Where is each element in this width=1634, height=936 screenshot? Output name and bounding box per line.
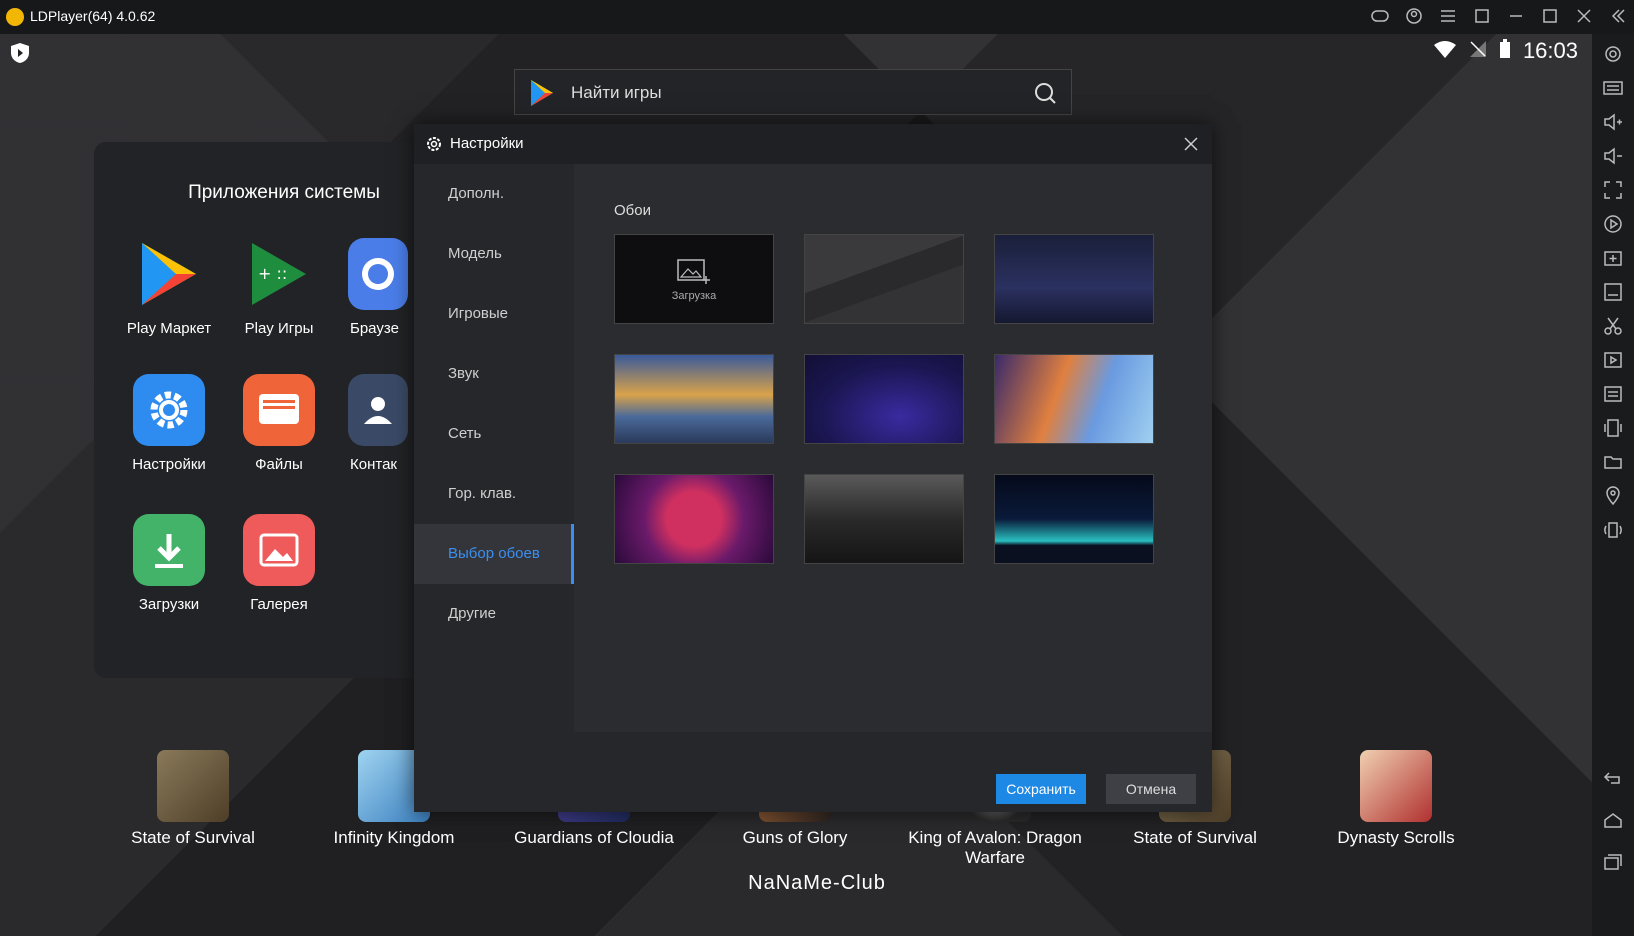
image-icon [243,514,315,586]
shake-icon[interactable] [1603,418,1623,438]
nav-wallpaper[interactable]: Выбор обоев [414,524,574,584]
nav-sound[interactable]: Звук [414,344,574,404]
window-title: LDPlayer(64) 4.0.62 [30,8,156,24]
app-play-games[interactable]: + :: Play Игры [224,238,334,337]
state-of-survival-icon [157,750,229,822]
contact-icon [348,374,408,446]
gamepad-icon[interactable] [1370,6,1390,26]
title-bar: LDPlayer(64) 4.0.62 [0,0,1634,34]
game-dynasty-scrolls[interactable]: Dynasty Scrolls [1296,750,1496,848]
shield-icon[interactable] [10,42,30,64]
settings-gear-icon [133,374,205,446]
system-apps-panel: Приложения системы Play Маркет + :: Play… [94,142,424,678]
add-image-icon [677,259,710,284]
dialog-footer [414,732,1212,812]
app-files[interactable]: Файлы [224,374,334,473]
fullscreen-icon[interactable] [1603,180,1623,200]
volume-up-icon[interactable] [1603,112,1623,132]
wallpaper-thumb-night-city[interactable] [994,234,1154,324]
dynasty-scrolls-icon [1360,750,1432,822]
app-gallery[interactable]: Галерея [224,514,334,613]
game-search-bar[interactable] [514,69,1072,116]
right-toolbar [1592,34,1634,936]
wallpaper-thumb-purple-nebula[interactable] [804,354,964,444]
settings-dialog: Настройки Дополн. Модель Игровые Звук Се… [414,124,1212,812]
wifi-icon [1433,40,1457,63]
save-button[interactable]: Сохранить [996,774,1086,804]
account-icon[interactable] [1404,6,1424,26]
wallpaper-section-title: Обои [614,202,651,219]
wallpaper-thumb-pink-abstract[interactable] [614,474,774,564]
settings-nav: Дополн. Модель Игровые Звук Сеть Гор. кл… [414,164,574,772]
search-icon[interactable] [1033,81,1057,105]
wallpaper-thumb-dark-geometric[interactable] [804,234,964,324]
close-icon[interactable] [1182,135,1200,153]
nav-model[interactable]: Модель [414,224,574,284]
folder-icon [243,374,315,446]
back-icon[interactable] [1603,768,1623,788]
nav-advanced[interactable]: Дополн. [414,164,574,224]
wallpaper-thumb-gradient-wave[interactable] [994,354,1154,444]
wallpaper-upload[interactable]: Загрузка [614,234,774,324]
wallpaper-panel: Обои Загрузка [574,164,1212,772]
pin-icon[interactable] [1472,6,1492,26]
dialog-header: Настройки [414,124,1212,164]
battery-icon [1499,38,1511,64]
add-window-icon[interactable] [1603,248,1623,268]
upload-label: Загрузка [671,290,717,302]
nav-other[interactable]: Другие [414,584,574,644]
play-store-icon [531,80,553,106]
watermark: NaNaMe-Club [748,872,886,894]
nav-hotkeys[interactable]: Гор. клав. [414,464,574,524]
recent-apps-icon[interactable] [1603,852,1623,872]
search-input[interactable] [569,70,1003,116]
wallpaper-thumb-mountain-glow[interactable] [994,474,1154,564]
nav-game[interactable]: Игровые [414,284,574,344]
home-icon[interactable] [1603,810,1623,830]
maximize-icon[interactable] [1540,6,1560,26]
play-games-icon: + :: [243,238,315,310]
app-settings[interactable]: Настройки [114,374,224,473]
play-market-icon [133,238,205,310]
gear-icon [427,137,441,151]
clock: 16:03 [1522,38,1578,63]
app-downloads[interactable]: Загрузки [114,514,224,613]
game-state-of-survival[interactable]: State of Survival [93,750,293,848]
app-play-market[interactable]: Play Маркет [114,238,224,337]
svg-text:+ ::: + :: [258,264,287,283]
rotate-icon[interactable] [1603,520,1623,540]
no-signal-icon [1469,40,1487,63]
menu-icon[interactable] [1438,6,1458,26]
globe-icon [348,238,408,310]
folder-icon[interactable] [1603,452,1623,472]
dialog-title: Настройки [450,135,524,152]
scissors-icon[interactable] [1603,316,1623,336]
volume-down-icon[interactable] [1603,146,1623,166]
minimize-icon[interactable] [1506,6,1526,26]
ldplayer-logo-icon [6,8,24,26]
status-bar: 16:03 [1433,38,1578,64]
wallpaper-thumb-sunset-clouds[interactable] [614,354,774,444]
keyboard-icon[interactable] [1603,78,1623,98]
close-window-icon[interactable] [1574,6,1594,26]
cancel-button[interactable]: Отмена [1106,774,1196,804]
record-icon[interactable] [1603,214,1623,234]
nav-network[interactable]: Сеть [414,404,574,464]
download-icon [133,514,205,586]
sync-icon[interactable] [1603,384,1623,404]
apk-icon[interactable] [1603,282,1623,302]
collapse-sidebar-icon[interactable] [1608,6,1628,26]
location-icon[interactable] [1603,486,1623,506]
video-icon[interactable] [1603,350,1623,370]
settings-icon[interactable] [1603,44,1623,64]
wallpaper-thumb-rainy-street[interactable] [804,474,964,564]
